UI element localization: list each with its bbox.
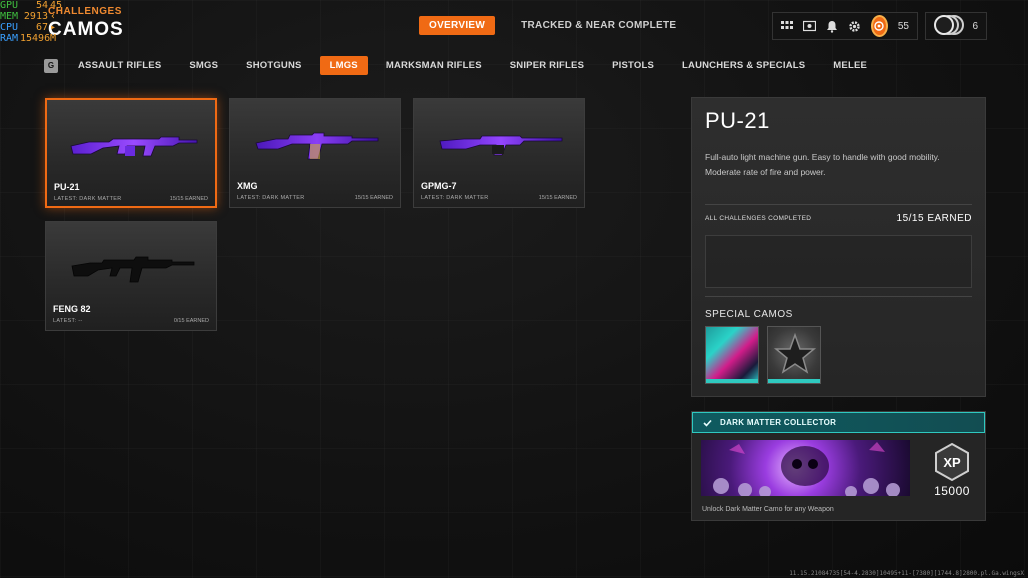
category-tabs: G ASSAULT RIFLES SMGS SHOTGUNS LMGS MARK… (44, 56, 885, 75)
weapon-latest-camo: LATEST: DARK MATTER (54, 196, 122, 202)
inventory-icon[interactable] (803, 19, 816, 33)
divider (705, 204, 972, 205)
checkmark-icon (703, 419, 712, 427)
weapon-card-pu-21[interactable]: PU-21 LATEST: DARK MATTER 15/15 EARNED (45, 98, 217, 208)
perf-unit: ‹ (50, 11, 57, 22)
challenges-box (705, 235, 972, 288)
gear-icon[interactable] (848, 19, 861, 33)
top-nav: OVERVIEW TRACKED & NEAR COMPLETE (419, 16, 686, 35)
special-camo-1[interactable] (705, 326, 759, 384)
weapon-card-feng-82[interactable]: FENG 82 LATEST: -- 0/15 EARNED (45, 221, 217, 331)
prestige-count: 6 (972, 20, 978, 32)
tab-shotguns[interactable]: SHOTGUNS (236, 56, 311, 75)
prestige-emblem-icon (934, 15, 964, 37)
weapon-latest-camo: LATEST: DARK MATTER (237, 195, 305, 201)
weapon-image (255, 132, 379, 160)
weapon-name: GPMG-7 (421, 181, 457, 191)
weapon-latest-camo: LATEST: DARK MATTER (421, 195, 489, 201)
perf-row: RAM 15496 M (0, 33, 100, 44)
weapon-name: FENG 82 (53, 304, 91, 314)
tab-sniper-rifles[interactable]: SNIPER RIFLES (500, 56, 594, 75)
weapon-name: PU-21 (54, 182, 80, 192)
tab-lmgs[interactable]: LMGS (319, 56, 368, 75)
player-level: 55 (897, 20, 909, 32)
tab-overview[interactable]: OVERVIEW (419, 16, 496, 35)
perf-value: 67 (35, 22, 48, 33)
svg-text:XP: XP (943, 455, 961, 470)
perf-value: 54 (35, 0, 48, 11)
weapon-earned: 0/15 EARNED (173, 318, 209, 324)
bell-icon[interactable] (826, 19, 838, 33)
perf-unit: ▸ (50, 22, 57, 33)
challenges-value: 15/15 EARNED (896, 213, 972, 224)
perf-overlay: GPU 54 45 MEM 2913 ‹ CPU 67 ▸ RAM 15496 M (0, 0, 100, 44)
perf-row: MEM 2913 ‹ (0, 11, 100, 22)
key-hint-g: G (44, 58, 58, 73)
challenge-header: DARK MATTER COLLECTOR (692, 412, 985, 433)
special-camos-label: SPECIAL CAMOS (705, 309, 793, 320)
detail-description: Full-auto light machine gun. Easy to han… (705, 152, 940, 177)
xp-icon: XP (935, 442, 969, 482)
challenge-reward-image (701, 440, 910, 496)
tab-melee[interactable]: MELEE (823, 56, 877, 75)
perf-key: GPU (0, 0, 19, 11)
tab-pistols[interactable]: PISTOLS (602, 56, 664, 75)
special-camo-2[interactable] (767, 326, 821, 384)
perf-value: 15496 (20, 33, 51, 44)
camo-progress-bar (706, 379, 758, 383)
tab-marksman-rifles[interactable]: MARKSMAN RIFLES (376, 56, 492, 75)
challenge-unlock-text: Unlock Dark Matter Camo for any Weapon (702, 506, 834, 513)
tab-smgs[interactable]: SMGS (179, 56, 228, 75)
perf-row: CPU 67 ▸ (0, 22, 100, 33)
player-level-emblem-icon[interactable] (871, 15, 888, 37)
challenges-label: ALL CHALLENGES COMPLETED (705, 215, 812, 222)
weapon-image (71, 256, 195, 283)
weapon-earned: 15/15 EARNED (169, 196, 208, 202)
weapon-earned: 15/15 EARNED (354, 195, 393, 201)
weapon-name: XMG (237, 181, 258, 191)
weapon-latest-camo: LATEST: -- (53, 318, 83, 324)
perf-unit: 45 (50, 0, 63, 11)
perf-unit: M (50, 33, 57, 44)
grid-icon[interactable] (781, 19, 793, 33)
weapon-detail-panel: PU-21 Full-auto light machine gun. Easy … (691, 97, 986, 397)
detail-weapon-name: PU-21 (705, 108, 770, 133)
weapon-earned: 15/15 EARNED (538, 195, 577, 201)
perf-key: CPU (0, 22, 19, 33)
challenge-card[interactable]: DARK MATTER COLLECTOR XP 15000 Unlock Da… (691, 411, 986, 521)
perf-key: MEM (0, 11, 19, 22)
tab-tracked-near-complete[interactable]: TRACKED & NEAR COMPLETE (511, 16, 686, 35)
toolbar: 55 (772, 12, 918, 40)
build-string: 11.15.21084735[54-4.2830]10495+11-[7380]… (789, 570, 1024, 577)
camo-progress-bar (768, 379, 820, 383)
perf-value: 2913 (23, 11, 48, 22)
prestige-box[interactable]: 6 (925, 12, 987, 40)
xp-reward-value: 15000 (934, 484, 970, 498)
weapon-card-xmg[interactable]: XMG LATEST: DARK MATTER 15/15 EARNED (229, 98, 401, 208)
weapon-image (70, 136, 198, 157)
challenge-title: DARK MATTER COLLECTOR (720, 418, 837, 427)
weapon-card-gpmg-7[interactable]: GPMG-7 LATEST: DARK MATTER 15/15 EARNED (413, 98, 585, 208)
tab-assault-rifles[interactable]: ASSAULT RIFLES (68, 56, 171, 75)
weapon-image (439, 135, 563, 156)
perf-row: GPU 54 45 (0, 0, 100, 11)
tab-launchers-specials[interactable]: LAUNCHERS & SPECIALS (672, 56, 815, 75)
divider (705, 296, 972, 297)
perf-key: RAM (0, 33, 19, 44)
star-icon (773, 332, 817, 374)
